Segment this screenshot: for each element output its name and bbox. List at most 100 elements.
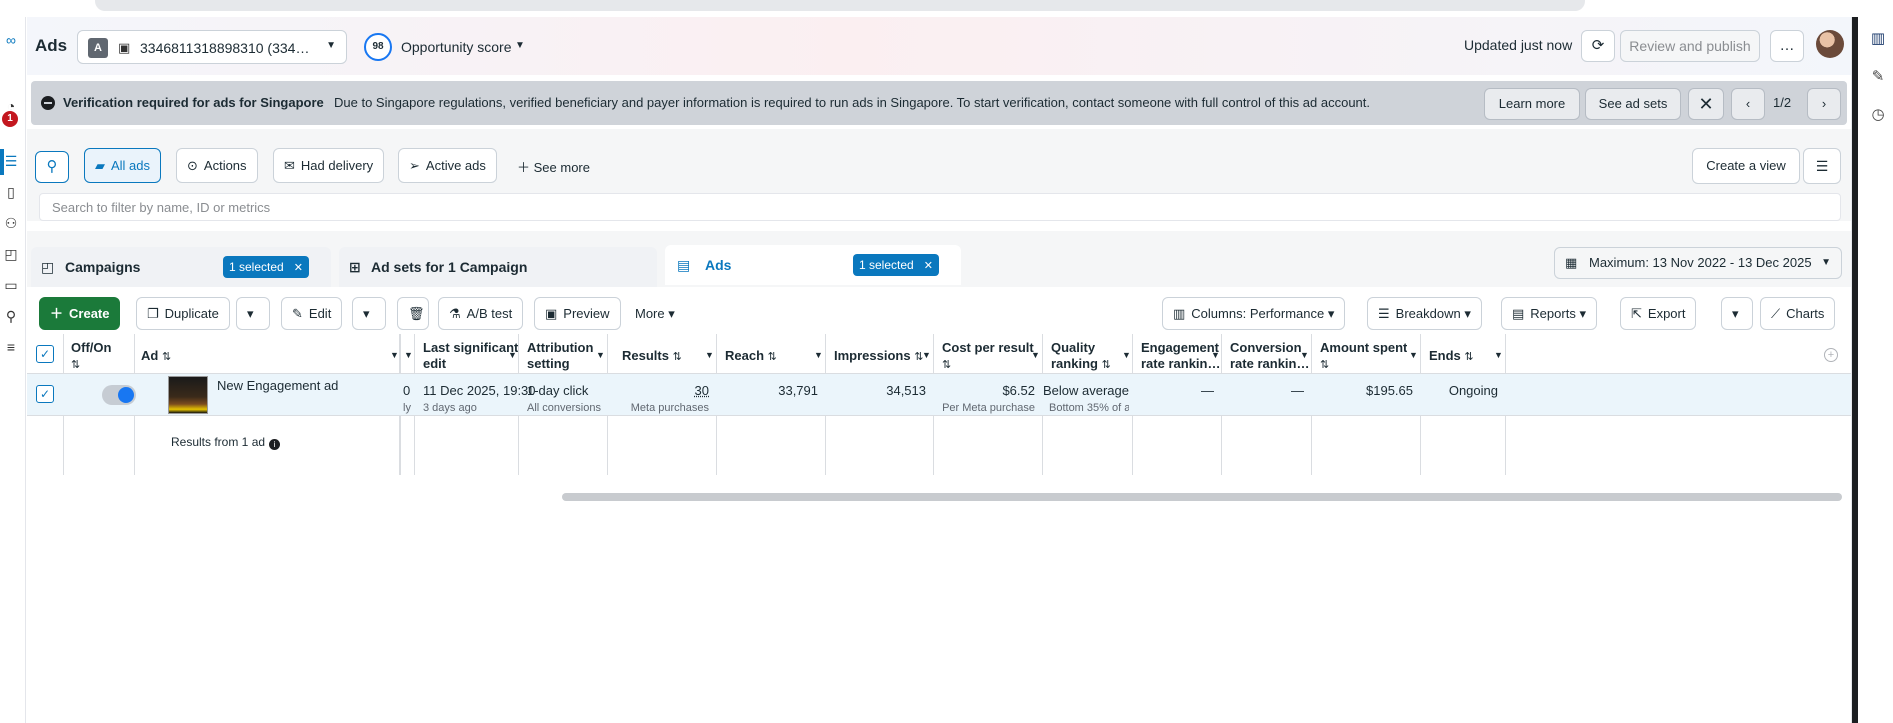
campaigns-selected-chip[interactable]: 1 selected ✕ [223,256,309,278]
clear-selection-icon[interactable]: ✕ [294,262,303,274]
filter-chip-actions[interactable]: ⊙ Actions [176,148,258,183]
info-icon[interactable]: i [269,439,281,450]
add-column-icon[interactable]: + [1824,348,1838,362]
search-nav-icon[interactable]: ⚲ [2,307,20,325]
tab-ads[interactable]: ▤ Ads 1 selected ✕ [665,245,961,285]
chevron-down-icon[interactable]: ▼ [705,350,714,360]
chevron-down-icon[interactable]: ▼ [1122,350,1131,360]
create-button[interactable]: ＋ Create [39,297,121,330]
results-value[interactable]: 30 [608,383,709,398]
table-row[interactable]: ✓ New Engagement ad 0 ly 11 Dec 2025, 19… [27,374,1851,416]
header-label: Ad [141,348,159,363]
reports-button[interactable]: ▤ Reports ▾ [1501,297,1597,330]
audiences-icon[interactable]: ⚇ [2,214,20,232]
ab-test-button[interactable]: ⚗ A/B test [438,297,524,330]
chevron-down-icon[interactable]: ▼ [596,350,605,360]
export-dropdown-button[interactable]: ▾ [1721,297,1753,330]
ad-name[interactable]: New Engagement ad [217,378,338,393]
dismiss-banner-button[interactable]: ✕ [1688,88,1724,120]
date-range-picker[interactable]: ▦ Maximum: 13 Nov 2022 - 13 Dec 2025 ▼ [1554,247,1842,279]
header-reach[interactable]: Reach ⇅ [725,348,777,365]
user-avatar[interactable] [1816,30,1844,58]
filter-chip-all-ads[interactable]: ▰ All ads [84,148,162,183]
header-ends[interactable]: Ends ⇅ [1429,348,1474,365]
search-button[interactable]: ⚲ [35,151,69,183]
tab-ad-sets[interactable]: ⊞ Ad sets for 1 Campaign [339,247,657,287]
filter-chip-active-ads[interactable]: ➢ Active ads [398,148,497,183]
campaign-icon[interactable]: ◰ [2,245,20,263]
next-banner-button[interactable]: › [1807,88,1841,120]
create-view-button[interactable]: Create a view [1692,148,1800,184]
refresh-button[interactable]: ⟳ [1581,30,1615,62]
columns-button[interactable]: ▥ Columns: Performance ▾ [1162,297,1346,330]
sliders-icon: ☰ [1815,158,1829,174]
notifications-icon[interactable]: ◔ [2,97,20,115]
edit-button[interactable]: ✎ Edit [281,297,343,330]
duplicate-button[interactable]: ❐ Duplicate [136,297,230,330]
ads-manager-icon[interactable]: ☰ [2,152,20,170]
pages-icon[interactable]: ▯ [2,183,20,201]
chevron-down-icon: ▾ [247,306,254,321]
ad-toggle[interactable] [102,385,136,405]
chevron-down-icon[interactable]: ▼ [1211,350,1220,360]
menu-icon[interactable]: ≡ [2,338,20,356]
edit-panel-icon[interactable]: ✎ [1868,67,1888,87]
chevron-down-icon[interactable]: ▼ [1300,350,1309,360]
see-more-filters[interactable]: ＋ See more [517,157,590,176]
account-name: 3346811318898310 (334… [140,40,310,56]
account-selector[interactable]: A ▣ 3346811318898310 (334… ▼ [77,30,347,64]
more-options-button[interactable]: … [1770,30,1804,62]
header-impressions[interactable]: Impressions ⇅ [834,348,923,365]
header-cost-per-result[interactable]: Cost per result ⇅ [942,340,1034,373]
horizontal-scrollbar[interactable] [562,493,1842,501]
ad-thumbnail[interactable] [168,376,208,414]
header-last-edit[interactable]: Last significant edit [423,340,518,372]
header-off-on[interactable]: Off/On ⇅ [71,340,111,373]
header-conversion-ranking[interactable]: Conversion rate rankin… [1230,340,1309,372]
trash-icon: 🗑 [408,306,425,321]
chevron-down-icon[interactable]: ▼ [404,350,413,360]
chevron-down-icon[interactable]: ▼ [1409,350,1418,360]
tab-campaigns[interactable]: ◰ Campaigns 1 selected ✕ [31,247,331,287]
chart-panel-icon[interactable]: ▥ [1868,29,1888,49]
chevron-down-icon[interactable]: ▼ [515,40,525,51]
chevron-down-icon[interactable]: ▼ [390,350,399,360]
opportunity-score-label[interactable]: Opportunity score [401,39,512,55]
charts-button[interactable]: ⟋ Charts [1760,297,1836,330]
edit-dropdown-button[interactable]: ▾ [352,297,386,330]
chevron-down-icon[interactable]: ▼ [508,350,517,360]
browser-address-bar[interactable] [95,0,1585,11]
export-button[interactable]: ⇱ Export [1620,297,1697,330]
header-results[interactable]: Results ⇅ [622,348,682,365]
more-button[interactable]: More ▾ [624,297,686,330]
header-ad[interactable]: Ad ⇅ [141,348,171,365]
preview-button[interactable]: ▣ Preview [534,297,621,330]
view-settings-button[interactable]: ☰ [1803,148,1841,184]
opportunity-score-badge[interactable]: 98 [364,33,392,61]
chevron-left-icon: ‹ [1745,96,1751,111]
header-quality-ranking[interactable]: Quality ranking ⇅ [1051,340,1111,373]
previous-banner-button[interactable]: ‹ [1731,88,1765,120]
row-checkbox[interactable]: ✓ [36,385,54,403]
header-engagement-ranking[interactable]: Engagement rate rankin… [1141,340,1220,372]
learn-more-button[interactable]: Learn more [1484,88,1580,120]
delete-button[interactable]: 🗑 [397,297,429,330]
search-input[interactable] [40,194,1840,220]
breakdown-button[interactable]: ☰ Breakdown ▾ [1367,297,1482,330]
see-ad-sets-button[interactable]: See ad sets [1585,88,1681,120]
clear-selection-icon[interactable]: ✕ [924,260,933,272]
header-attribution[interactable]: Attribution setting [527,340,593,372]
chevron-down-icon[interactable]: ▼ [1494,350,1503,360]
chevron-down-icon[interactable]: ▼ [1031,350,1040,360]
review-and-publish-button[interactable]: Review and publish [1620,30,1760,62]
chevron-down-icon[interactable]: ▼ [814,350,823,360]
billing-icon[interactable]: ▭ [2,276,20,294]
meta-logo-icon[interactable]: ∞ [2,31,20,49]
history-panel-icon[interactable]: ◷ [1868,105,1888,125]
filter-chip-had-delivery[interactable]: ✉ Had delivery [273,148,385,183]
duplicate-dropdown-button[interactable]: ▾ [236,297,270,330]
header-amount-spent[interactable]: Amount spent ⇅ [1320,340,1407,373]
chevron-down-icon[interactable]: ▼ [922,350,931,360]
ads-selected-chip[interactable]: 1 selected ✕ [853,254,939,276]
select-all-checkbox[interactable]: ✓ [36,345,54,363]
